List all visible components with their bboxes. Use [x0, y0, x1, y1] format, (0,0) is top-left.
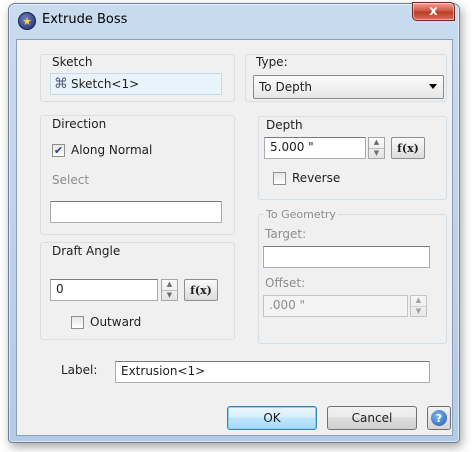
draft-angle-input[interactable]: 0: [50, 279, 158, 301]
sketch-selection-field[interactable]: ⌘ Sketch<1>: [50, 73, 222, 95]
draft-angle-spinner[interactable]: ▲ ▼: [161, 279, 178, 301]
spin-down-icon[interactable]: ▼: [369, 149, 384, 159]
spin-up-icon[interactable]: ▲: [411, 296, 426, 307]
ok-button[interactable]: OK: [227, 406, 317, 430]
type-label: Type:: [256, 55, 288, 69]
select-label: Select: [52, 173, 90, 187]
type-dropdown[interactable]: To Depth: [253, 75, 444, 99]
offset-label: Offset:: [265, 276, 306, 290]
close-button[interactable]: x: [412, 2, 455, 21]
reverse-label: Reverse: [292, 171, 341, 185]
spin-up-icon[interactable]: ▲: [369, 138, 384, 149]
outward-label: Outward: [90, 315, 142, 329]
along-normal-checkbox[interactable]: ✔: [52, 144, 65, 157]
outward-checkbox[interactable]: [71, 316, 84, 329]
depth-input[interactable]: 5.000 ": [264, 137, 366, 159]
offset-spinner[interactable]: ▲ ▼: [410, 295, 427, 317]
direction-group-label: Direction: [52, 117, 107, 131]
reverse-checkbox[interactable]: [273, 172, 286, 185]
along-normal-label: Along Normal: [71, 143, 153, 157]
help-button[interactable]: ?: [427, 406, 451, 430]
help-icon: ?: [431, 410, 447, 426]
window-title: Extrude Boss: [42, 12, 128, 27]
sketch-value: Sketch<1>: [71, 77, 140, 91]
solidworks-star-icon: ★: [18, 12, 36, 30]
chevron-down-icon: [429, 84, 437, 89]
spin-down-icon[interactable]: ▼: [411, 307, 426, 317]
draft-angle-fx-button[interactable]: f(x): [184, 279, 218, 301]
offset-input[interactable]: .000 ": [263, 295, 408, 317]
depth-spinner[interactable]: ▲ ▼: [368, 137, 385, 159]
depth-fx-button[interactable]: f(x): [391, 137, 425, 159]
select-input[interactable]: [50, 201, 222, 223]
type-selected-value: To Depth: [259, 80, 312, 94]
spin-up-icon[interactable]: ▲: [162, 280, 177, 291]
sketch-group-label: Sketch: [52, 55, 93, 69]
spin-down-icon[interactable]: ▼: [162, 291, 177, 301]
sketch-icon: ⌘: [54, 76, 68, 92]
to-geometry-group-label: To Geometry: [264, 208, 338, 221]
draft-angle-group-label: Draft Angle: [52, 244, 121, 258]
label-input[interactable]: Extrusion<1>: [115, 361, 430, 383]
target-label: Target:: [265, 227, 307, 241]
cancel-button[interactable]: Cancel: [327, 406, 417, 430]
target-input[interactable]: [263, 246, 430, 268]
depth-group-label: Depth: [266, 118, 303, 132]
label-caption: Label:: [61, 363, 98, 377]
